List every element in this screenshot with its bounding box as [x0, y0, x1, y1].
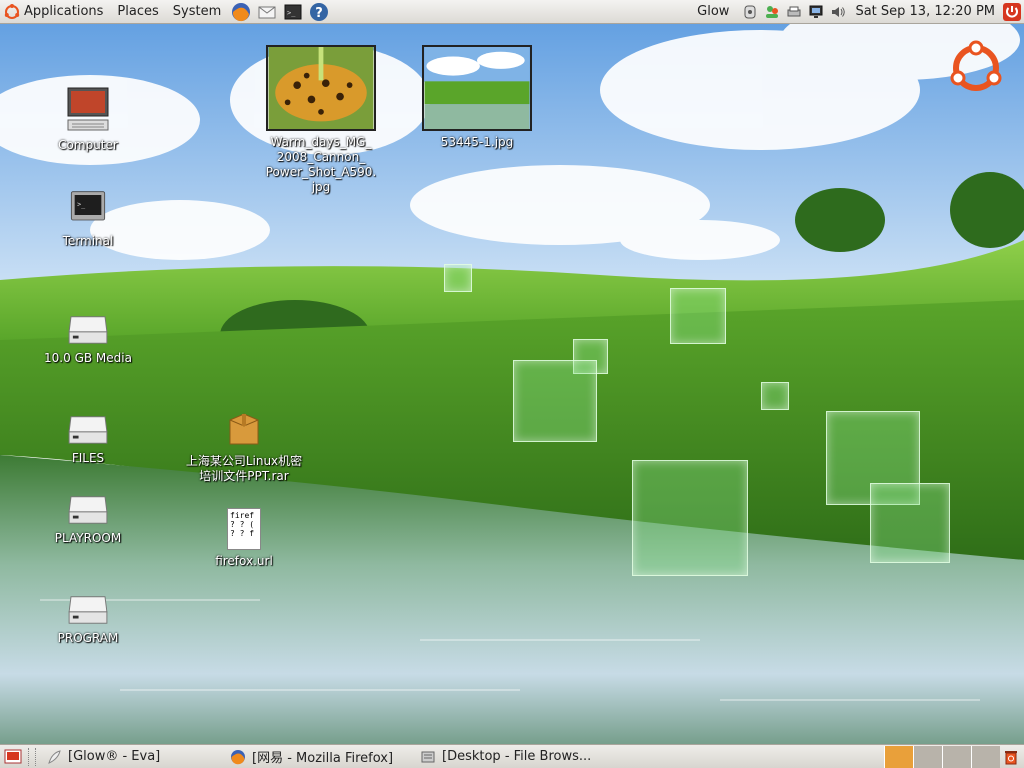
glass-square — [513, 360, 597, 442]
tray-printer-icon[interactable] — [784, 2, 804, 22]
trash-icon — [1005, 750, 1017, 764]
mail-launcher[interactable] — [256, 1, 278, 23]
top-panel: Applications Places System >_ ? Glow Sat… — [0, 0, 1024, 24]
ubuntu-menu-icon — [4, 3, 20, 19]
taskbar-item-label: [Desktop - File Brows... — [442, 749, 592, 764]
help-launcher[interactable]: ? — [308, 1, 330, 23]
taskbar-item-label: [Glow® - Eva] — [68, 749, 161, 764]
glass-square — [870, 483, 950, 563]
applications-menu-label: Applications — [24, 3, 104, 19]
applications-menu[interactable]: Applications — [0, 0, 110, 24]
show-desktop-button[interactable] — [2, 746, 24, 768]
glass-square — [632, 460, 748, 576]
file-browser-icon — [421, 751, 435, 762]
system-menu[interactable]: System — [166, 0, 228, 24]
drive-icon — [68, 416, 108, 444]
desktop-icon-label: PROGRAM — [57, 631, 119, 645]
show-desktop-icon — [4, 749, 22, 763]
power-button[interactable] — [1002, 2, 1022, 22]
taskbar-item-file-browser[interactable]: [Desktop - File Brows... — [414, 746, 604, 768]
svg-text:?: ? — [315, 6, 323, 21]
desktop-icon-playroom[interactable]: PLAYROOM — [23, 493, 153, 546]
desktop-icon-files[interactable]: FILES — [23, 413, 153, 466]
mail-icon — [258, 6, 276, 18]
computer-icon — [67, 87, 109, 131]
trash-button[interactable] — [1000, 746, 1022, 768]
desktop-icon-label: 培训文件PPT.rar — [199, 469, 289, 483]
desktop-icon-label: PLAYROOM — [54, 531, 122, 545]
desktop-icon-firefox-url[interactable]: firef ? ? ( ? ? f firefox.url — [179, 508, 309, 569]
desktop-icon-label: 10.0 GB Media — [44, 351, 132, 365]
glass-square — [761, 382, 789, 410]
desktop-icon-media[interactable]: 10.0 GB Media — [23, 313, 153, 366]
desktop[interactable]: Computer >_ Terminal 10.0 GB Media FILES — [0, 0, 1024, 768]
desktop-icon-label: Computer — [58, 138, 118, 152]
desktop-icon-warm-days-jpg[interactable]: Warm_days_MG_ 2008_Cannon_ Power_Shot_A5… — [256, 45, 386, 195]
taskbar-item-firefox[interactable]: [网易 - Mozilla Firefox] — [224, 746, 414, 768]
clock[interactable]: Sat Sep 13, 12:20 PM — [849, 4, 1001, 19]
desktop-icon-label: firefox.url — [215, 554, 273, 568]
image-thumbnail — [422, 45, 532, 131]
workspace-2[interactable] — [913, 745, 942, 768]
glass-square — [670, 288, 726, 344]
help-icon: ? — [310, 2, 329, 21]
workspace-1[interactable] — [884, 745, 913, 768]
svg-text:>_: >_ — [77, 201, 85, 209]
image-thumbnail — [266, 45, 376, 131]
desktop-icon-label: 上海某公司Linux机密 — [185, 454, 303, 468]
desktop-icon-rar-archive[interactable]: 上海某公司Linux机密 培训文件PPT.rar — [179, 410, 309, 484]
ubuntu-logo — [948, 40, 1004, 96]
desktop-icon-label: 53445-1.jpg — [440, 135, 514, 149]
svg-text:>_: >_ — [287, 9, 296, 17]
feather-icon — [48, 749, 61, 764]
drive-icon — [68, 316, 108, 344]
tray-messenger-icon[interactable] — [762, 2, 782, 22]
desktop-icon-label: Warm_days_MG_ — [270, 135, 372, 149]
terminal-launcher[interactable]: >_ — [282, 1, 304, 23]
drive-icon — [68, 496, 108, 524]
desktop-icon-label: Terminal — [62, 234, 114, 248]
taskbar-item-glow[interactable]: [Glow® - Eva] — [40, 746, 224, 768]
notification-area: Glow Sat Sep 13, 12:20 PM — [691, 2, 1024, 22]
tray-qq-icon[interactable] — [740, 2, 760, 22]
text-file-icon: firef ? ? ( ? ? f — [227, 508, 261, 550]
terminal-icon: >_ — [284, 4, 302, 19]
desktop-icon-53445-1-jpg[interactable]: 53445-1.jpg — [412, 45, 542, 150]
archive-icon — [229, 413, 259, 445]
user-switcher[interactable]: Glow — [691, 4, 739, 19]
firefox-icon — [232, 2, 251, 21]
firefox-launcher[interactable] — [230, 1, 252, 23]
tray-network-icon[interactable] — [806, 2, 826, 22]
desktop-icon-program[interactable]: PROGRAM — [23, 593, 153, 646]
places-menu[interactable]: Places — [110, 0, 165, 24]
drive-icon — [68, 596, 108, 624]
desktop-icon-label: Power_Shot_A590. — [265, 165, 377, 179]
desktop-icon-label: 2008_Cannon_ — [276, 150, 366, 164]
firefox-icon — [231, 749, 245, 764]
desktop-icon-label: FILES — [71, 451, 105, 465]
panel-separator — [28, 747, 36, 766]
terminal-icon: >_ — [70, 191, 106, 221]
workspace-4[interactable] — [971, 745, 1000, 768]
workspace-3[interactable] — [942, 745, 971, 768]
taskbar-item-label: [网易 - Mozilla Firefox] — [252, 751, 394, 766]
desktop-icon-computer[interactable]: Computer — [23, 86, 153, 153]
workspace-switcher — [884, 745, 1000, 768]
volume-icon[interactable] — [828, 2, 848, 22]
bottom-panel: [Glow® - Eva] [网易 - Mozilla Firefox] [De… — [0, 744, 1024, 768]
power-icon — [1003, 2, 1021, 21]
glass-square — [444, 264, 472, 292]
desktop-icon-label: jpg — [311, 180, 331, 194]
desktop-icon-terminal[interactable]: >_ Terminal — [23, 190, 153, 249]
